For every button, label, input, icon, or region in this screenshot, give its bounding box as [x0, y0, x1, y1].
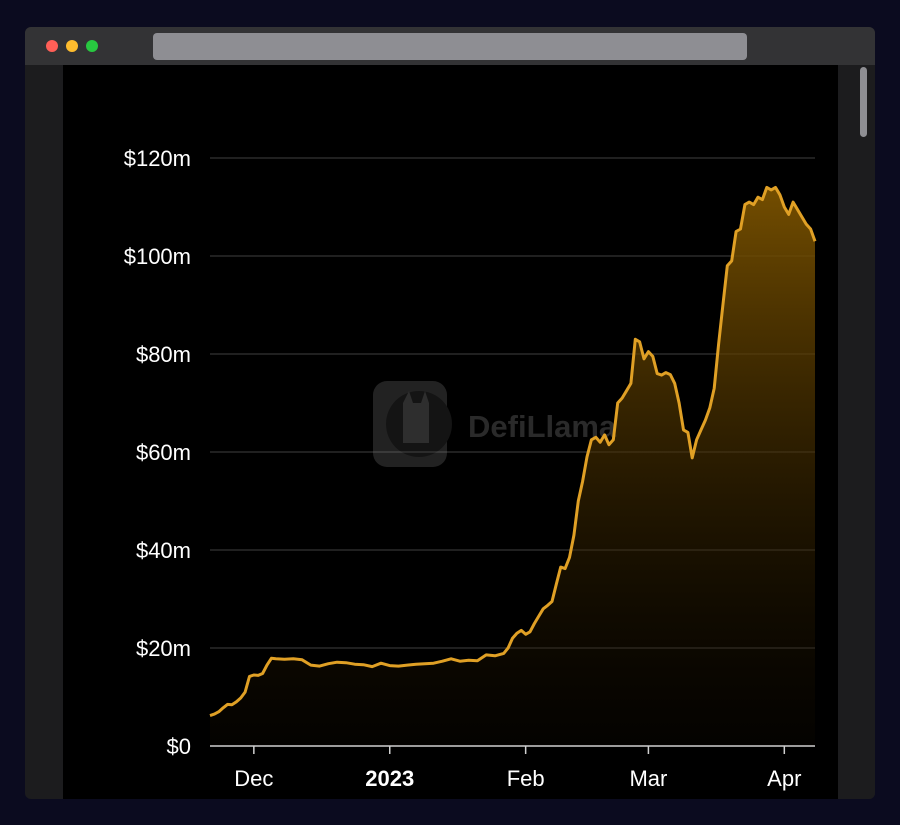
close-window-button[interactable] — [46, 40, 58, 52]
scrollbar-track[interactable] — [838, 65, 875, 799]
minimize-window-button[interactable] — [66, 40, 78, 52]
defillama-watermark: DefiLlama — [373, 381, 617, 467]
title-bar — [25, 27, 875, 65]
y-tick-label: $120m — [124, 146, 191, 171]
y-axis-ticks: $0 $20m $40m $60m $80m $100m $120m — [124, 146, 191, 759]
x-tick-label: Apr — [767, 766, 801, 791]
y-tick-label: $0 — [167, 734, 191, 759]
x-axis-ticks: Dec 2023 Feb Mar Apr — [234, 746, 801, 791]
y-tick-label: $100m — [124, 244, 191, 269]
y-tick-label: $40m — [136, 538, 191, 563]
x-tick-label: Feb — [507, 766, 545, 791]
zoom-window-button[interactable] — [86, 40, 98, 52]
x-tick-label: Dec — [234, 766, 273, 791]
browser-window: DefiLlama $0 $20m $40m $60m $80m $100m $120m D… — [25, 27, 875, 799]
series-area-fill — [210, 187, 815, 746]
y-tick-label: $80m — [136, 342, 191, 367]
x-tick-label: 2023 — [365, 766, 414, 791]
y-tick-label: $20m — [136, 636, 191, 661]
x-tick-label: Mar — [629, 766, 667, 791]
scrollbar-thumb[interactable] — [860, 67, 867, 137]
address-bar[interactable] — [153, 33, 747, 60]
chart-panel: DefiLlama $0 $20m $40m $60m $80m $100m $120m D… — [63, 65, 838, 799]
y-tick-label: $60m — [136, 440, 191, 465]
tvl-area-chart: DefiLlama $0 $20m $40m $60m $80m $100m $120m D… — [124, 146, 817, 791]
